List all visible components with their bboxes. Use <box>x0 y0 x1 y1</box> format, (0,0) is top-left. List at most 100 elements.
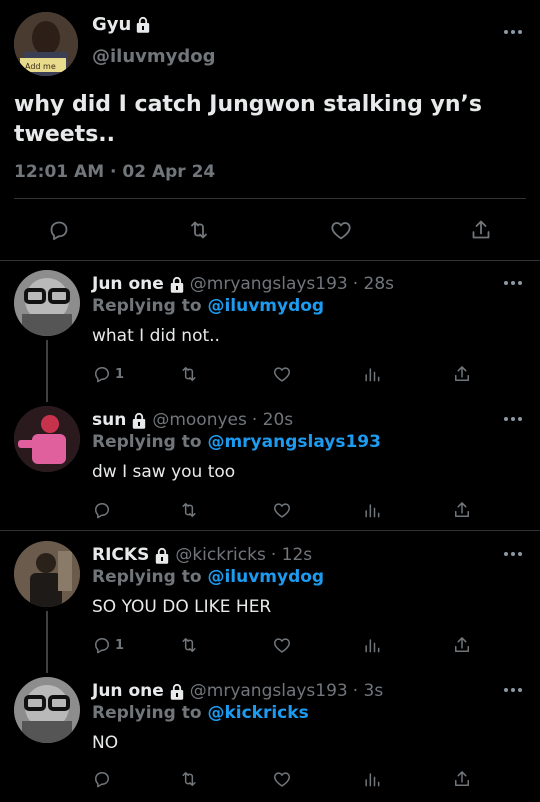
avatar[interactable]: Add me <box>14 12 78 76</box>
more-icon[interactable] <box>504 687 522 693</box>
reply-icon <box>92 769 112 789</box>
tweet-text: why did I catch Jungwon stalking yn’s tw… <box>14 92 483 147</box>
reply-time: · 12s <box>270 545 313 565</box>
tweet-timestamp[interactable]: 12:01 AM · 02 Apr 24 <box>14 162 215 182</box>
share-button[interactable] <box>452 362 472 386</box>
reply-button[interactable] <box>92 498 112 522</box>
retweet-button[interactable] <box>179 633 199 657</box>
share-icon <box>452 500 472 520</box>
reply-header: sun @moonyes · 20s <box>92 410 293 430</box>
reply-text: what I did not.. <box>92 326 220 346</box>
more-icon[interactable] <box>504 551 522 557</box>
reply-icon <box>92 364 112 384</box>
lock-icon <box>169 683 185 700</box>
views-icon <box>362 500 382 520</box>
author-name[interactable]: RICKS <box>92 545 149 565</box>
more-icon[interactable] <box>504 29 522 35</box>
more-icon[interactable] <box>504 416 522 422</box>
like-button[interactable] <box>272 498 292 522</box>
retweet-icon <box>179 769 199 789</box>
views-button[interactable] <box>362 767 382 791</box>
avatar-image <box>14 270 80 336</box>
author-name[interactable]: Gyu <box>92 14 151 35</box>
author-handle[interactable]: @kickricks <box>175 545 266 565</box>
share-icon <box>452 769 472 789</box>
avatar-image <box>14 677 80 743</box>
replying-to: Replying to @kickricks <box>92 703 309 723</box>
divider <box>0 260 540 261</box>
views-icon <box>362 364 382 384</box>
reply-actions <box>92 498 472 522</box>
replying-to-link[interactable]: @iluvmydog <box>207 567 324 587</box>
views-icon <box>362 635 382 655</box>
like-button[interactable] <box>272 633 292 657</box>
share-button[interactable] <box>452 767 472 791</box>
more-icon[interactable] <box>504 280 522 286</box>
reply-button[interactable] <box>47 218 71 242</box>
author-handle[interactable]: @moonyes <box>152 410 247 430</box>
reply-time: · 20s <box>251 410 294 430</box>
reply-icon <box>47 218 71 242</box>
avatar-image <box>14 541 80 607</box>
retweet-button[interactable] <box>179 498 199 522</box>
reply-button[interactable] <box>92 767 112 791</box>
tweet-actions <box>0 218 540 244</box>
like-button[interactable] <box>329 218 353 242</box>
views-button[interactable] <box>362 498 382 522</box>
retweet-button[interactable] <box>187 218 211 242</box>
author-name[interactable]: Jun one <box>92 274 164 294</box>
reply-button[interactable]: 1 <box>92 633 124 657</box>
replying-to-link[interactable]: @mryangslays193 <box>207 432 381 452</box>
lock-icon <box>131 412 147 429</box>
thread-line <box>46 611 48 673</box>
replying-to-link[interactable]: @kickricks <box>207 703 308 723</box>
avatar[interactable] <box>14 270 80 336</box>
author-handle[interactable]: @mryangslays193 <box>190 274 348 294</box>
author-name[interactable]: Jun one <box>92 681 164 701</box>
reply-text: SO YOU DO LIKE HER <box>92 597 272 617</box>
retweet-icon <box>179 364 199 384</box>
views-button[interactable] <box>362 633 382 657</box>
reply-count: 1 <box>115 366 125 382</box>
like-icon <box>329 218 353 242</box>
avatar[interactable] <box>14 406 80 472</box>
share-button[interactable] <box>452 498 472 522</box>
reply-button[interactable]: 1 <box>92 362 124 386</box>
reply-text: NO <box>92 733 119 753</box>
reply-time: · 3s <box>352 681 384 701</box>
like-icon <box>272 364 292 384</box>
retweet-icon <box>187 218 211 242</box>
author-name[interactable]: sun <box>92 410 126 430</box>
reply-header: Jun one @mryangslays193 · 3s <box>92 681 383 701</box>
avatar-sign-text: Add me <box>25 62 56 71</box>
reply-header: RICKS @kickricks · 12s <box>92 545 312 565</box>
share-icon <box>452 364 472 384</box>
views-button[interactable] <box>362 362 382 386</box>
share-button[interactable] <box>469 218 493 242</box>
divider <box>0 530 540 531</box>
lock-icon <box>169 276 185 293</box>
lock-icon <box>135 16 151 33</box>
avatar[interactable] <box>14 541 80 607</box>
replying-to: Replying to @iluvmydog <box>92 567 324 587</box>
retweet-button[interactable] <box>179 362 199 386</box>
like-button[interactable] <box>272 362 292 386</box>
like-button[interactable] <box>272 767 292 791</box>
avatar-image: Add me <box>14 12 78 76</box>
avatar[interactable] <box>14 677 80 743</box>
replying-to: Replying to @mryangslays193 <box>92 432 381 452</box>
retweet-button[interactable] <box>179 767 199 791</box>
reply-header: Jun one @mryangslays193 · 28s <box>92 274 394 294</box>
replying-prefix: Replying to <box>92 296 202 316</box>
reply-actions: 1 <box>92 362 472 386</box>
reply-text: dw I saw you too <box>92 462 236 482</box>
reply-actions <box>92 767 472 791</box>
replying-to-link[interactable]: @iluvmydog <box>207 296 324 316</box>
thread-line <box>46 340 48 402</box>
author-handle[interactable]: @iluvmydog <box>92 46 216 67</box>
author-handle[interactable]: @mryangslays193 <box>190 681 348 701</box>
share-button[interactable] <box>452 633 472 657</box>
share-icon <box>452 635 472 655</box>
like-icon <box>272 769 292 789</box>
retweet-icon <box>179 635 199 655</box>
